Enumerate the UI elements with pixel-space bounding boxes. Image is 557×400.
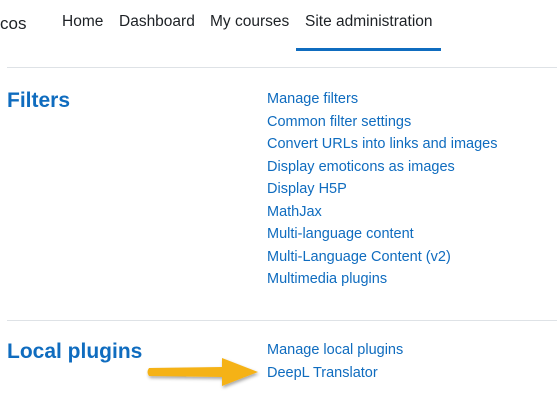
- top-navbar: cos Home Dashboard My courses Site admin…: [0, 0, 557, 52]
- section-title-filters[interactable]: Filters: [7, 89, 70, 113]
- link-multimedia-plugins[interactable]: Multimedia plugins: [267, 271, 387, 287]
- filters-link-list: Manage filters Common filter settings Co…: [267, 88, 498, 291]
- site-brand[interactable]: cos: [0, 14, 26, 34]
- annotation-arrow-icon: [147, 358, 258, 386]
- section-divider: [7, 67, 557, 68]
- link-manage-filters[interactable]: Manage filters: [267, 91, 358, 107]
- link-convert-urls[interactable]: Convert URLs into links and images: [267, 136, 498, 152]
- link-common-filter-settings[interactable]: Common filter settings: [267, 114, 411, 130]
- link-display-h5p[interactable]: Display H5P: [267, 181, 347, 197]
- link-mathjax[interactable]: MathJax: [267, 204, 322, 220]
- link-display-emoticons[interactable]: Display emoticons as images: [267, 159, 455, 175]
- section-title-local-plugins[interactable]: Local plugins: [7, 340, 142, 364]
- link-deepl-translator[interactable]: DeepL Translator: [267, 365, 378, 381]
- nav-my-courses[interactable]: My courses: [210, 13, 289, 31]
- nav-dashboard[interactable]: Dashboard: [119, 13, 195, 31]
- link-manage-local-plugins[interactable]: Manage local plugins: [267, 342, 403, 358]
- link-multi-language-content[interactable]: Multi-language content: [267, 226, 414, 242]
- link-multi-language-content-v2[interactable]: Multi-Language Content (v2): [267, 249, 451, 265]
- section-divider: [7, 320, 557, 321]
- nav-site-administration[interactable]: Site administration: [305, 13, 433, 31]
- local-plugins-link-list: Manage local plugins DeepL Translator: [267, 339, 403, 384]
- nav-home[interactable]: Home: [62, 13, 103, 31]
- nav-active-indicator: [296, 48, 441, 51]
